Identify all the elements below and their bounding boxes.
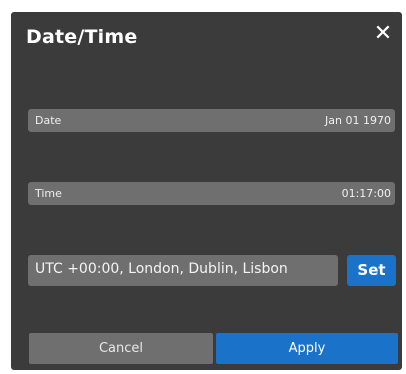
close-icon[interactable]: ✕ xyxy=(372,23,394,45)
dialog-title: Date/Time xyxy=(26,26,138,48)
timezone-select[interactable]: UTC +00:00, London, Dublin, Lisbon xyxy=(28,255,338,286)
time-value: 01:17:00 xyxy=(341,187,391,200)
date-value: Jan 01 1970 xyxy=(325,114,391,127)
cancel-button[interactable]: Cancel xyxy=(29,333,213,364)
time-label: Time xyxy=(35,187,62,200)
date-field[interactable]: Date Jan 01 1970 xyxy=(28,109,395,132)
set-timezone-button[interactable]: Set xyxy=(347,255,396,286)
time-field[interactable]: Time 01:17:00 xyxy=(28,182,395,205)
apply-button[interactable]: Apply xyxy=(216,333,398,364)
date-time-dialog: Date/Time ✕ Date Jan 01 1970 Time 01:17:… xyxy=(11,12,402,370)
date-label: Date xyxy=(35,114,62,127)
